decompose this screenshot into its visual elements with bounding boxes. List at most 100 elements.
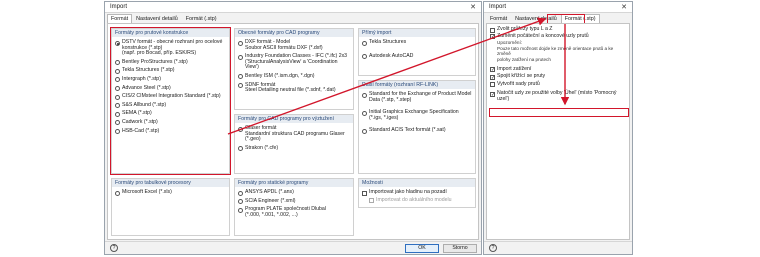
radio[interactable] bbox=[115, 68, 120, 74]
checkbox[interactable] bbox=[490, 27, 495, 33]
radio-dstv[interactable]: DSTV formát - obecné rozhraní pro ocelov… bbox=[112, 39, 229, 57]
checkbox-l-z-sections[interactable]: Zvolit průřezy typu L a Z bbox=[487, 26, 629, 33]
warning-note: Upozornění: Pouze tato možnost dojde ke … bbox=[497, 40, 614, 62]
radio[interactable] bbox=[115, 60, 120, 66]
dialog-titlebar: Import ✕ bbox=[484, 2, 632, 13]
cancel-button[interactable]: Storno bbox=[443, 244, 477, 253]
radio-advance-steel[interactable]: Advance Steel (*.stp) bbox=[112, 84, 229, 92]
group-header: Přímý import bbox=[359, 29, 475, 37]
option-label: SDNF formát Steel Detailing neutral file… bbox=[245, 81, 336, 94]
radio-bentley-ism[interactable]: Bentley ISM (*.ism.dgn, *.dgn) bbox=[235, 72, 353, 80]
radio-plate[interactable]: Program PLATE společnosti Dlubal (*.000,… bbox=[235, 206, 353, 218]
option-label: Bentley ISM (*.ism.dgn, *.dgn) bbox=[245, 72, 315, 79]
radio[interactable] bbox=[115, 129, 120, 135]
checkbox-import-current-model[interactable]: Importovat do aktuálního modelu bbox=[359, 197, 475, 204]
group-header: Formáty pro CAD programy pro výztužení bbox=[235, 115, 353, 123]
radio-cadwork[interactable]: Cadwork (*.stp) bbox=[112, 118, 229, 126]
checkbox-join-crossing[interactable]: ✓ Spojit křížící se pruty bbox=[487, 74, 629, 80]
help-icon[interactable]: ? bbox=[110, 244, 118, 252]
radio[interactable] bbox=[362, 128, 367, 134]
option-label: Advance Steel (*.stp) bbox=[122, 84, 171, 91]
checkbox[interactable] bbox=[490, 82, 495, 88]
dialog-footer: ? OK Storno bbox=[105, 241, 481, 254]
radio[interactable] bbox=[115, 190, 120, 196]
radio[interactable] bbox=[115, 111, 120, 117]
group-static-programs: Formáty pro statické programy ANSYS APDL… bbox=[234, 178, 354, 236]
close-icon[interactable]: ✕ bbox=[621, 3, 627, 11]
radio-dxf[interactable]: DXF formát - Model Soubor ASCII formátu … bbox=[235, 39, 353, 51]
checkbox-checked[interactable]: ✓ bbox=[490, 91, 495, 97]
radio[interactable] bbox=[362, 92, 367, 98]
checkbox-checked[interactable]: ✓ bbox=[490, 74, 495, 80]
radio[interactable] bbox=[238, 146, 243, 152]
checkbox-member-sets[interactable]: Vytvořit sady prutů bbox=[487, 81, 629, 88]
option-label: HSB-Cad (*.stp) bbox=[122, 127, 160, 134]
ok-button[interactable]: OK bbox=[405, 244, 439, 253]
radio[interactable] bbox=[115, 94, 120, 100]
group-spreadsheet: Formáty pro tabulkové procesory Microsof… bbox=[111, 178, 230, 236]
radio[interactable] bbox=[115, 77, 120, 83]
radio[interactable] bbox=[238, 199, 243, 205]
group-header: Formáty pro prutové konstrukce bbox=[112, 29, 229, 37]
radio-iges[interactable]: Initial Graphics Exchange Specification … bbox=[359, 109, 475, 121]
radio-cis2[interactable]: CIS/2 CIMsteel Integration Standard (*.s… bbox=[112, 94, 229, 100]
radio-ss-allbund[interactable]: S&S Allbund (*.stp) bbox=[112, 101, 229, 109]
radio-hsb-cad[interactable]: HSB-Cad (*.stp) bbox=[112, 127, 229, 135]
help-icon[interactable]: ? bbox=[489, 244, 497, 252]
radio-ansys[interactable]: ANSYS APDL (*.ans) bbox=[235, 189, 353, 196]
group-header: Formáty pro statické programy bbox=[235, 179, 353, 187]
radio-strakon[interactable]: Strakon (*.cfe) bbox=[235, 144, 353, 152]
radio-glaser[interactable]: Glaser formát Standardní struktura CAD p… bbox=[235, 125, 353, 143]
option-label: Strakon (*.cfe) bbox=[245, 144, 279, 151]
radio-bentley[interactable]: Bentley ProStructures (*.stp) bbox=[112, 58, 229, 66]
checkbox[interactable] bbox=[362, 190, 367, 196]
group-cad-reinforcement: Formáty pro CAD programy pro výztužení G… bbox=[234, 114, 354, 174]
radio-excel[interactable]: Microsoft Excel (*.xls) bbox=[112, 189, 229, 196]
checkbox-checked[interactable]: ✓ bbox=[490, 34, 495, 40]
group-header: Další formáty (rozhraní RF-LINK) bbox=[359, 81, 475, 89]
group-cad-formats: Obecné formáty pro CAD programy DXF form… bbox=[234, 28, 354, 110]
checkbox-rotate-nodes[interactable]: ✓ Natočit uzly ze použité volby 'Úhel' (m… bbox=[487, 90, 629, 102]
checkbox-import-loads[interactable]: ✓ Import zatížení bbox=[487, 66, 629, 73]
radio-sdnf[interactable]: SDNF formát Steel Detailing neutral file… bbox=[235, 81, 353, 94]
option-label: Standard ACIS Text formát (*.sat) bbox=[369, 127, 446, 134]
option-label: Cadwork (*.stp) bbox=[122, 118, 158, 125]
radio-sema[interactable]: SEMA (*.stp) bbox=[112, 111, 229, 117]
radio-tekla[interactable]: Tekla Structures (*.stp) bbox=[112, 68, 229, 74]
radio[interactable] bbox=[238, 74, 243, 80]
option-label: S&S Allbund (*.stp) bbox=[122, 101, 167, 108]
close-icon[interactable]: ✕ bbox=[470, 3, 476, 11]
checkbox-disabled[interactable] bbox=[369, 198, 374, 204]
radio[interactable] bbox=[115, 103, 120, 109]
radio-intergraph[interactable]: Intergraph (*.stp) bbox=[112, 75, 229, 83]
checkbox-checked[interactable]: ✓ bbox=[490, 67, 495, 73]
radio[interactable] bbox=[362, 110, 367, 116]
radio-selected[interactable] bbox=[115, 40, 120, 46]
radio[interactable] bbox=[115, 86, 120, 92]
option-label: Program PLATE společnosti Dlubal (*.000,… bbox=[245, 206, 326, 218]
radio[interactable] bbox=[238, 190, 243, 196]
radio[interactable] bbox=[238, 207, 243, 213]
group-other-formats: Další formáty (rozhraní RF-LINK) Standar… bbox=[358, 80, 476, 174]
option-label: Glaser formát Standardní struktura CAD p… bbox=[245, 125, 345, 143]
option-label: Tekla Structures bbox=[369, 39, 407, 45]
option-label: SEMA (*.stp) bbox=[122, 110, 152, 117]
radio-ifc[interactable]: Industry Foundation Classes - IFC (*.ifc… bbox=[235, 53, 353, 71]
radio[interactable] bbox=[238, 126, 243, 132]
checkbox-background-layer[interactable]: Importovat jako hladinu na pozadí bbox=[359, 189, 475, 196]
radio[interactable] bbox=[115, 120, 120, 126]
radio-tekla-direct[interactable]: Tekla Structures bbox=[359, 39, 475, 46]
radio-autocad[interactable]: Autodesk AutoCAD bbox=[359, 53, 475, 60]
radio-step[interactable]: Standard for the Exchange of Product Mod… bbox=[359, 91, 475, 103]
dialog-titlebar: Import ✕ bbox=[105, 2, 481, 13]
option-label: Bentley ProStructures (*.stp) bbox=[122, 58, 188, 65]
radio[interactable] bbox=[362, 40, 367, 46]
radio[interactable] bbox=[238, 83, 243, 89]
option-label: Intergraph (*.stp) bbox=[122, 75, 161, 82]
radio[interactable] bbox=[238, 54, 243, 60]
radio-scia[interactable]: SCIA Engineer (*.xml) bbox=[235, 198, 353, 205]
checkbox-swap-nodes[interactable]: ✓ Zaměnit počáteční a koncové uzly prutů bbox=[487, 33, 629, 40]
radio-acis[interactable]: Standard ACIS Text formát (*.sat) bbox=[359, 128, 475, 134]
radio[interactable] bbox=[238, 40, 243, 46]
radio[interactable] bbox=[362, 54, 367, 60]
